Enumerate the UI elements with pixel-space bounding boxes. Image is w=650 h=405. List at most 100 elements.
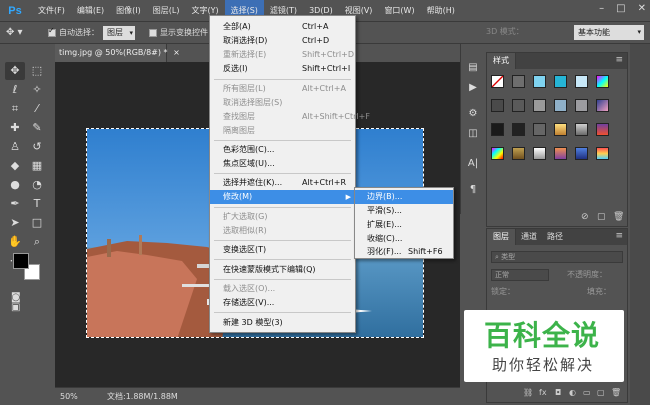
path-select-icon[interactable]: ➤ (5, 214, 25, 232)
move-icon[interactable]: ✥ (5, 62, 25, 80)
tab-styles[interactable]: 样式 (487, 53, 516, 69)
blur-icon[interactable]: ● (5, 176, 25, 194)
show-transform-checkbox[interactable] (149, 28, 157, 37)
submenu-item-expand[interactable]: 扩展(E)... (355, 218, 453, 232)
menu-item-reselect[interactable]: 重新选择(E) Shift+Ctrl+D (210, 48, 355, 62)
adjustments-panel-icon[interactable]: ◫ (465, 126, 481, 142)
layer-filter-kind[interactable]: ⌕ 类型 (491, 251, 623, 263)
menu-item-load-selection[interactable]: 载入选区(O)... (210, 282, 355, 296)
style-swatch[interactable] (533, 123, 546, 136)
menu-window[interactable]: 窗口(W) (378, 0, 420, 22)
screen-mode-icon[interactable]: ▣ (11, 302, 20, 313)
type-icon[interactable]: T (27, 195, 47, 213)
style-swatch[interactable] (533, 99, 546, 112)
style-swatch[interactable] (512, 123, 525, 136)
zoom-icon[interactable]: ⌕ (27, 233, 47, 251)
menu-help[interactable]: 帮助(H) (421, 0, 461, 22)
menu-item-similar[interactable]: 选取相似(R) (210, 224, 355, 238)
submenu-item-contract[interactable]: 收缩(C)... (355, 232, 453, 246)
style-swatch[interactable] (554, 147, 567, 160)
character-panel-icon[interactable]: A| (465, 156, 481, 172)
dodge-icon[interactable]: ◔ (27, 176, 47, 194)
adjustment-layer-icon[interactable]: ◐ (569, 388, 576, 397)
crop-icon[interactable]: ⌗ (5, 100, 25, 118)
style-swatch[interactable] (575, 75, 588, 88)
menu-item-deselect[interactable]: 取消选择(D) Ctrl+D (210, 34, 355, 48)
zoom-level[interactable]: 50% (60, 388, 78, 405)
magic-wand-icon[interactable]: ✧ (27, 81, 47, 99)
maximize-button[interactable]: □ (616, 3, 625, 14)
style-swatch[interactable] (554, 99, 567, 112)
style-swatch[interactable] (596, 147, 609, 160)
actions-panel-icon[interactable]: ▶ (465, 80, 481, 96)
new-style-icon[interactable]: ⊘ (581, 212, 589, 222)
menu-item-color-range[interactable]: 色彩范围(C)... (210, 143, 355, 157)
fx-icon[interactable]: fx (539, 388, 547, 397)
menu-item-modify[interactable]: 修改(M) ▶ (210, 190, 355, 204)
style-swatch[interactable] (575, 123, 588, 136)
hand-icon[interactable]: ✋ (5, 233, 25, 251)
close-button[interactable]: ✕ (638, 3, 646, 14)
menu-item-deselect-layers[interactable]: 取消选择图层(S) (210, 96, 355, 110)
minimize-button[interactable]: – (599, 3, 604, 14)
menu-item-all-layers[interactable]: 所有图层(L) Alt+Ctrl+A (210, 82, 355, 96)
menu-item-transform-selection[interactable]: 变换选区(T) (210, 243, 355, 257)
menu-item-select-and-mask[interactable]: 选择并遮住(K)... Alt+Ctrl+R (210, 176, 355, 190)
brush-icon[interactable]: ✎ (27, 119, 47, 137)
marquee-icon[interactable]: ⬚ (27, 62, 47, 80)
healing-brush-icon[interactable]: ✚ (5, 119, 25, 137)
submenu-item-border[interactable]: 边界(B)... (355, 190, 453, 204)
menu-file[interactable]: 文件(F) (32, 0, 71, 22)
properties-panel-icon[interactable]: ⚙ (465, 106, 481, 122)
style-swatch[interactable] (596, 123, 609, 136)
submenu-item-feather[interactable]: 羽化(F)... Shift+F6 (355, 245, 453, 259)
panel-menu-icon[interactable]: ≡ (615, 55, 623, 65)
menu-edit[interactable]: 编辑(E) (71, 0, 110, 22)
style-swatch[interactable] (491, 75, 504, 88)
style-swatch[interactable] (533, 147, 546, 160)
style-swatch[interactable] (512, 75, 525, 88)
gradient-icon[interactable]: ▦ (27, 157, 47, 175)
style-swatch[interactable] (596, 75, 609, 88)
style-swatch[interactable] (575, 147, 588, 160)
menu-item-find-layers[interactable]: 查找图层 Alt+Shift+Ctrl+F (210, 110, 370, 124)
group-icon[interactable]: ▭ (583, 388, 591, 397)
menu-item-select-all[interactable]: 全部(A) Ctrl+A (210, 20, 355, 34)
lasso-icon[interactable]: ℓ (5, 81, 25, 99)
close-tab-icon[interactable]: × (173, 48, 180, 57)
menu-item-inverse[interactable]: 反选(I) Shift+Ctrl+I (210, 62, 355, 76)
history-brush-icon[interactable]: ↺ (27, 138, 47, 156)
style-swatch[interactable] (491, 99, 504, 112)
move-tool-icon[interactable]: ✥ ▾ (6, 27, 34, 38)
tab-layers[interactable]: 图层 (487, 229, 516, 245)
style-swatch[interactable] (491, 147, 504, 160)
new-layer-icon[interactable]: ▢ (597, 388, 605, 397)
style-swatch[interactable] (512, 147, 525, 160)
menu-item-focus-area[interactable]: 焦点区域(U)... (210, 157, 355, 171)
style-swatch[interactable] (491, 123, 504, 136)
delete-style-icon[interactable]: 🗑 (613, 212, 624, 222)
delete-layer-icon[interactable]: 🗑 (611, 388, 621, 397)
tab-paths[interactable]: 路径 (541, 229, 569, 245)
eyedropper-icon[interactable]: ⁄ (27, 100, 47, 118)
menu-item-quick-mask[interactable]: 在快速蒙版模式下编辑(Q) (210, 263, 355, 277)
submenu-item-smooth[interactable]: 平滑(S)... (355, 204, 453, 218)
paragraph-panel-icon[interactable]: ¶ (465, 182, 481, 198)
style-swatch[interactable] (512, 99, 525, 112)
style-swatch[interactable] (533, 75, 546, 88)
menu-item-save-selection[interactable]: 存储选区(V)... (210, 296, 355, 310)
style-swatch[interactable] (554, 75, 567, 88)
auto-select-dropdown[interactable]: 图层 (103, 25, 135, 40)
style-swatch[interactable] (575, 99, 588, 112)
panel-menu-icon[interactable]: ≡ (615, 231, 623, 241)
style-swatch[interactable] (596, 99, 609, 112)
menu-item-new-3d-model[interactable]: 新建 3D 模型(3) (210, 316, 355, 330)
foreground-color-swatch[interactable] (13, 253, 29, 269)
pen-icon[interactable]: ✒ (5, 195, 25, 213)
style-swatch[interactable] (554, 123, 567, 136)
history-panel-icon[interactable]: ▤ (465, 60, 481, 76)
mask-icon[interactable]: ◘ (555, 388, 561, 397)
auto-select-checkbox[interactable] (48, 26, 56, 37)
clone-stamp-icon[interactable]: ♙ (5, 138, 25, 156)
menu-image[interactable]: 图像(I) (110, 0, 147, 22)
